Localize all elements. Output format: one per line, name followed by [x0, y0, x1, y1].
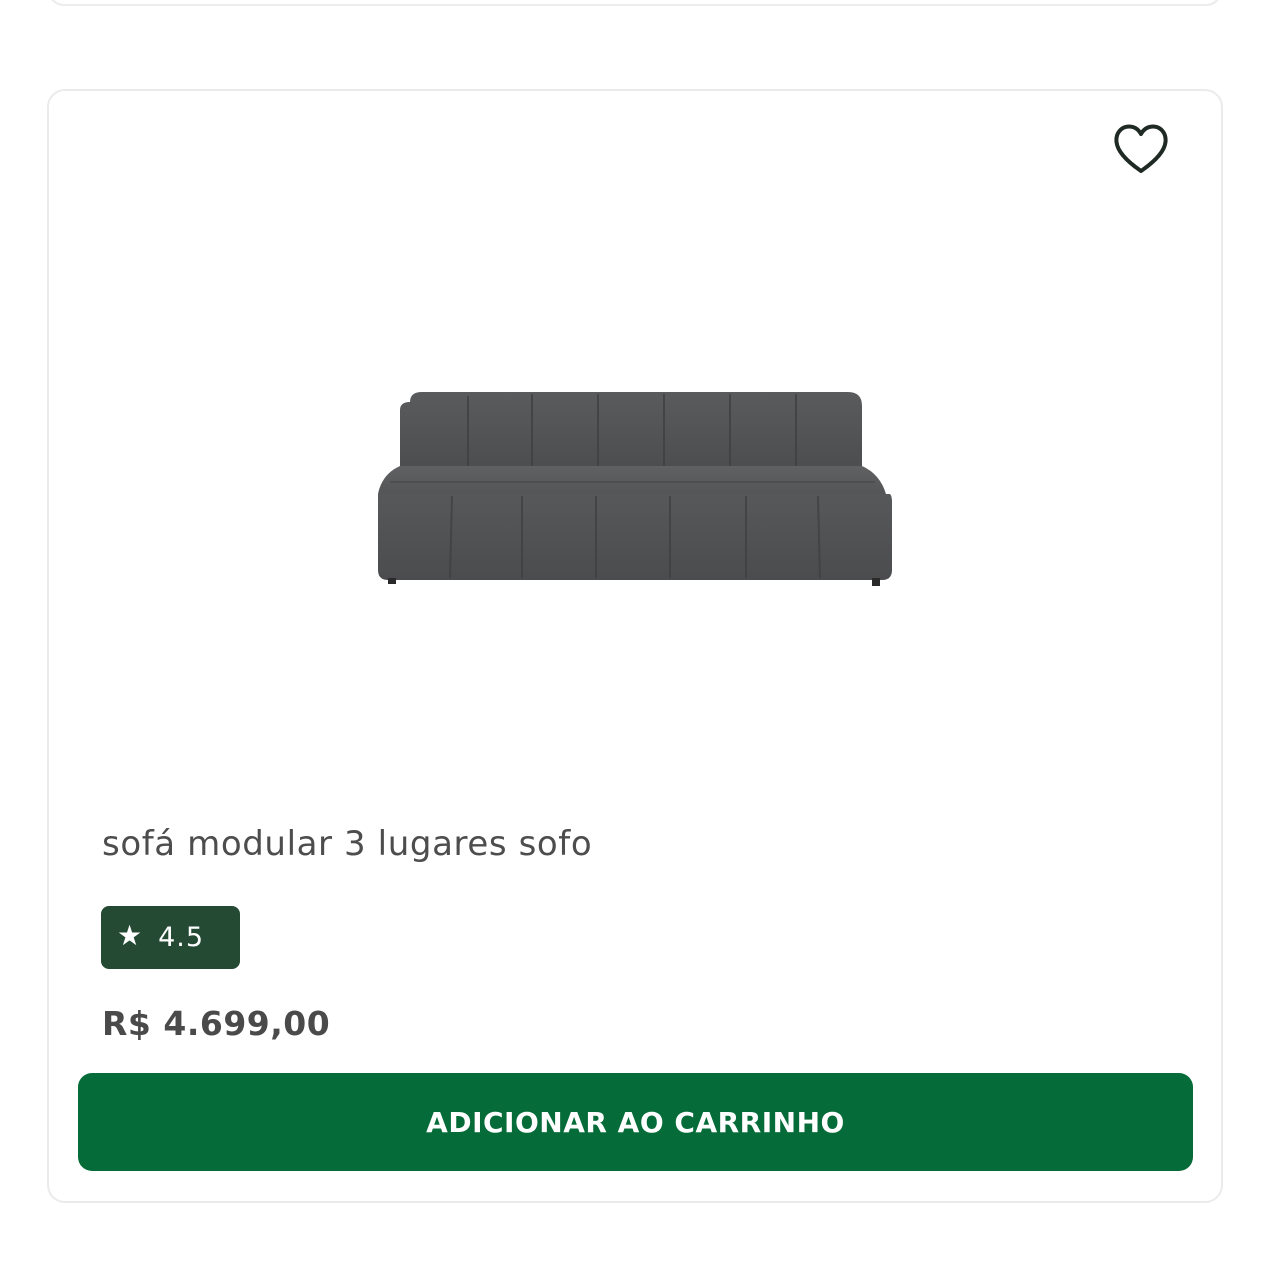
- rating-badge: ★ 4.5: [101, 906, 240, 969]
- heart-outline-icon: [1114, 124, 1168, 173]
- product-listing-page: sofá modular 3 lugares sofo ★ 4.5 R$ 4.6…: [0, 0, 1271, 1280]
- previous-product-card[interactable]: [48, 0, 1222, 6]
- product-image[interactable]: [360, 370, 910, 600]
- product-name[interactable]: sofá modular 3 lugares sofo: [102, 824, 592, 864]
- star-icon: ★: [117, 918, 143, 952]
- sofa-image: [378, 392, 892, 586]
- favorite-button[interactable]: [1108, 118, 1174, 180]
- rating-value: 4.5: [158, 922, 205, 953]
- product-price: R$ 4.699,00: [102, 1004, 331, 1043]
- add-to-cart-button[interactable]: ADICIONAR AO CARRINHO: [78, 1073, 1193, 1171]
